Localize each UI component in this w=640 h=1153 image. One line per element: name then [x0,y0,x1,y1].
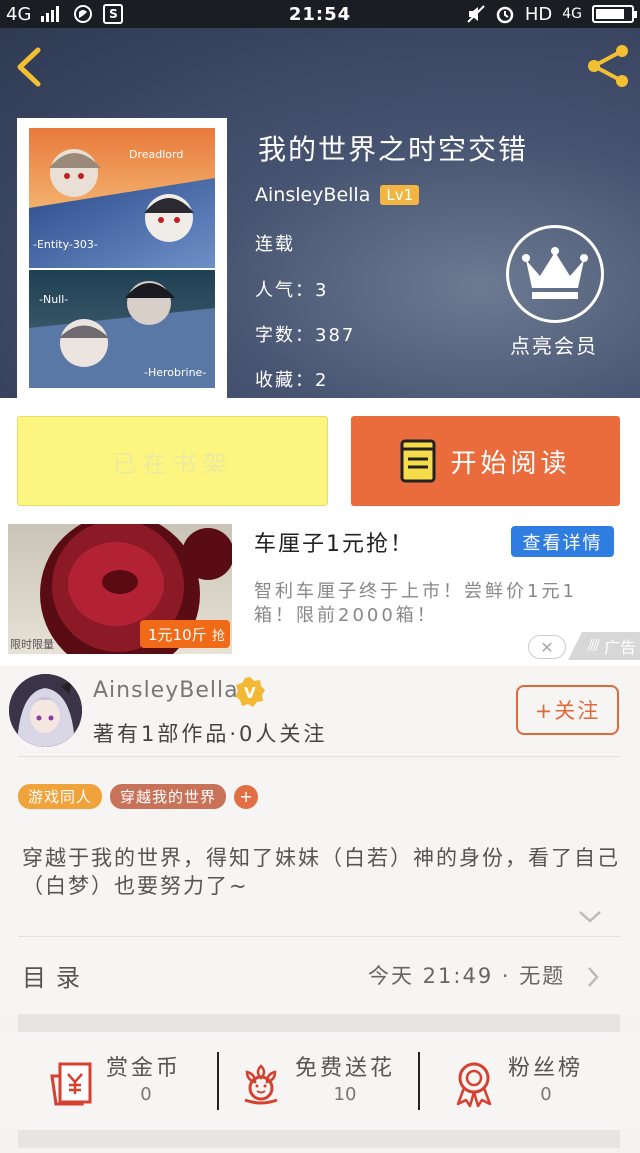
divider [18,936,620,937]
fan-ranking-action[interactable]: 粉丝榜 0 [450,1050,600,1114]
vip-label[interactable]: 点亮会员 [510,330,598,359]
tag-list: 游戏同人 穿越我的世界 + [18,784,259,809]
vip-button[interactable] [506,225,604,323]
red-envelope-icon [50,1062,92,1106]
chevron-down-icon[interactable] [578,910,602,924]
author-avatar[interactable] [9,674,82,747]
book-cover[interactable]: Dreadlord -Entity-303- -Null- -Herobrine… [17,118,227,398]
follow-button[interactable]: +关注 [516,685,619,735]
divider [418,1052,420,1110]
ad-tag-stripes: ⫽⫽ [587,636,600,655]
cover-label-2: -Entity-303- [33,238,98,251]
reward-coins-label: 赏金币 [106,1056,182,1081]
book-author-row[interactable]: AinsleyBella Lv1 [255,184,420,206]
on-shelf-button[interactable]: 已在书架 [17,416,328,506]
add-tag-button[interactable]: + [234,784,259,809]
book-icon [400,439,436,483]
cover-art: Dreadlord -Entity-303- -Null- -Herobrine… [29,128,215,388]
flower-icon [244,1064,278,1105]
verified-badge-letter: V [244,684,256,702]
ad-description[interactable]: 智利车厘子终于上市！尝鲜价1元1箱！限前2000箱！ [254,580,614,628]
book-title: 我的世界之时空交错 [258,133,529,166]
author-name[interactable]: AinsleyBella [93,678,239,703]
battery-icon [592,5,637,23]
serial-status: 连载 [255,234,295,255]
ad-close-icon[interactable]: ✕ [528,635,566,659]
author-stats: 著有1部作品·0人关注 [93,722,328,746]
start-reading-button[interactable]: 开始阅读 [351,416,620,506]
ad-image[interactable]: 1元10斤 抢 限时限量 [8,524,232,654]
reward-coins-value: 0 [140,1084,152,1105]
book-header: Dreadlord -Entity-303- -Null- -Herobrine… [0,28,640,398]
table-of-contents-row[interactable]: 目录 今天 21:49 · 无题 [0,936,640,1014]
book-description: 穿越于我的世界，得知了妹妹（白若）神的身份，看了自己（白梦）也要努力了~ [22,846,620,898]
fan-ranking-label: 粉丝榜 [508,1056,584,1081]
section-gap [18,1130,620,1148]
ad-details-button[interactable]: 查看详情 [511,526,614,557]
author-section: AinsleyBella V 著有1部作品·0人关注 +关注 游戏同人 穿越我的… [0,666,640,936]
award-icon [456,1062,492,1108]
latest-chapter[interactable]: 今天 21:49 · 无题 [368,960,565,990]
crown-icon [522,247,588,299]
reward-coins-action[interactable]: 赏金币 0 [48,1050,188,1114]
clock: 21:54 [288,3,352,25]
back-icon[interactable] [8,42,48,92]
tag-0[interactable]: 游戏同人 [18,784,103,809]
ad-title[interactable]: 车厘子1元抢！ [254,526,414,558]
support-actions: 赏金币 0 免费送花 10 粉丝榜 0 [0,1032,640,1130]
send-flowers-label: 免费送花 [295,1056,396,1081]
action-buttons: 已在书架 开始阅读 [0,398,640,524]
word-count: 字数：387 [255,325,356,346]
cover-label-4: -Herobrine- [144,366,206,379]
verified-badge-icon: V [235,677,265,707]
send-flowers-value: 10 [333,1084,357,1105]
chevron-right-icon [588,967,599,987]
share-icon[interactable] [584,42,632,90]
book-author[interactable]: AinsleyBella [255,184,370,206]
fan-ranking-value: 0 [540,1084,552,1105]
level-badge: Lv1 [380,185,420,205]
cover-label-3: -Null- [39,293,68,306]
toc-label: 目录 [22,964,90,992]
popularity: 人气：3 [255,280,329,301]
ad-tag: ⫽⫽ 广告 [568,632,640,660]
ad-banner[interactable]: 1元10斤 抢 限时限量 车厘子1元抢！ 查看详情 智利车厘子终于上市！尝鲜价1… [0,524,640,666]
tag-1[interactable]: 穿越我的世界 [110,784,227,809]
ad-image-badge: 抢 [212,628,225,644]
ad-image-limit: 限时限量 [10,638,54,651]
ad-image-price: 1元10斤 [148,626,207,644]
send-flowers-action[interactable]: 免费送花 10 [237,1050,407,1114]
start-reading-label: 开始阅读 [450,448,571,479]
divider [217,1052,219,1110]
status-bar: 4G S 21:54 HD 4G [0,0,640,28]
favorites-count: 收藏：2 [255,370,329,391]
ad-tag-label: 广告 [603,638,636,657]
divider [18,756,620,757]
section-gap [18,1014,620,1032]
cover-label-1: Dreadlord [129,148,183,161]
